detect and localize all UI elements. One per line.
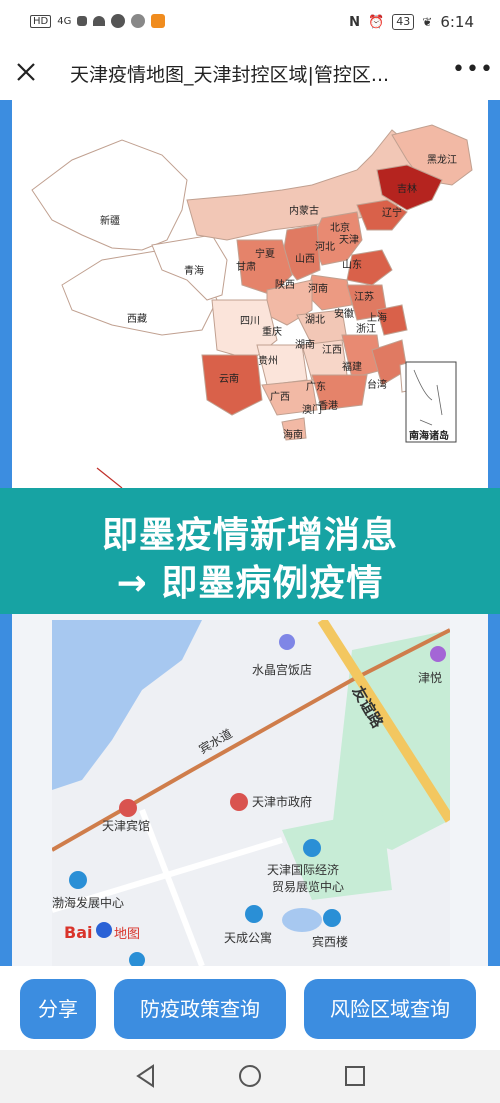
label-bohai: 渤海发展中心 <box>52 895 124 910</box>
label-jilin: 吉林 <box>397 182 417 195</box>
street-map-graphic: 水晶宫饭店 津悦 宾水道 友谊路 天津宾馆 天津市政府 天津国际经济 贸易展览中… <box>52 620 450 966</box>
label-jiangxi: 江西 <box>322 344 342 356</box>
bohai-icon[interactable] <box>69 871 87 889</box>
label-yunnan: 云南 <box>219 372 239 385</box>
label-qinghai: 青海 <box>184 264 204 277</box>
label-shandong: 山东 <box>342 258 362 271</box>
label-hongkong: 香港 <box>318 400 338 412</box>
nav-bar: 天津疫情地图_天津封控区域|管控区... ••• <box>0 46 500 100</box>
clock-time: 6:14 <box>440 13 474 31</box>
baidu-logo-text: Bai <box>64 923 92 942</box>
hotel-crystal-icon[interactable] <box>279 634 295 650</box>
leaf-icon: ❦ <box>422 15 433 29</box>
label-hubei: 湖北 <box>305 314 325 326</box>
street-map[interactable]: 水晶宫饭店 津悦 宾水道 友谊路 天津宾馆 天津市政府 天津国际经济 贸易展览中… <box>52 620 450 966</box>
baidu-paw-icon <box>96 922 112 938</box>
expo-icon[interactable] <box>303 839 321 857</box>
label-tianjin: 天津 <box>339 234 359 246</box>
south-china-sea-inset <box>405 361 457 443</box>
china-map-graphic: 黑龙江 吉林 辽宁 内蒙古 北京 天津 河北 新疆 宁夏 甘肃 山西 山东 青海… <box>31 124 473 488</box>
banner-line-2: → 即墨病例疫情 <box>116 563 384 604</box>
banner-line-1: 即墨疫情新增消息 <box>101 515 398 556</box>
label-south-china-sea: 南海诸岛 <box>409 429 449 442</box>
label-shanxi: 山西 <box>295 253 315 265</box>
label-hunan: 湖南 <box>295 338 315 351</box>
label-sichuan: 四川 <box>240 316 260 327</box>
close-icon <box>17 63 35 81</box>
hd-badge: HD <box>30 14 52 28</box>
region-yunnan <box>201 354 263 416</box>
label-beijing: 北京 <box>330 221 350 234</box>
label-crystal-hotel: 水晶宫饭店 <box>252 662 312 677</box>
label-binxi: 宾西楼 <box>312 934 348 949</box>
network-label: 4G <box>57 15 72 27</box>
china-epidemic-map: 黑龙江 吉林 辽宁 内蒙古 北京 天津 河北 新疆 宁夏 甘肃 山西 山东 青海… <box>12 100 488 488</box>
label-ningxia: 宁夏 <box>255 247 275 260</box>
more-options-button[interactable]: ••• <box>452 58 493 88</box>
gov-icon[interactable] <box>230 793 248 811</box>
system-nav-bar <box>0 1050 500 1103</box>
label-jiangsu: 江苏 <box>354 290 374 303</box>
label-guangdong: 广东 <box>306 380 326 393</box>
label-guangxi: 广西 <box>270 391 290 403</box>
play-app-icon <box>151 14 166 28</box>
label-hainan: 海南 <box>283 428 303 441</box>
status-right: N ⏰ 43 ❦ 6:14 <box>349 13 474 31</box>
headline-banner: 即墨疫情新增消息 → 即墨病例疫情 <box>0 488 500 614</box>
label-zhejiang: 浙江 <box>356 323 376 335</box>
bottom-action-bar: 分享 防疫政策查询 风险区域查询 <box>0 966 500 1050</box>
battery-icon: 43 <box>392 14 415 30</box>
signal-icon <box>77 16 88 26</box>
label-anhui: 安徽 <box>334 307 354 320</box>
label-henan: 河南 <box>308 282 328 295</box>
tiancheng-icon[interactable] <box>245 905 263 923</box>
label-shanghai: 上海 <box>367 311 387 324</box>
alarm-icon: ⏰ <box>368 14 385 30</box>
label-inner-mongolia: 内蒙古 <box>289 204 319 217</box>
label-tibet: 西藏 <box>127 313 147 325</box>
status-left: HD 4G <box>30 14 166 28</box>
recents-icon[interactable] <box>345 1066 365 1086</box>
label-expo-2: 贸易展览中心 <box>272 879 344 894</box>
label-tiancheng: 天成公寓 <box>224 930 272 945</box>
home-icon[interactable] <box>239 1065 261 1087</box>
label-hebei: 河北 <box>315 241 335 253</box>
label-shaanxi: 陕西 <box>275 278 295 291</box>
risk-area-query-button[interactable]: 风险区域查询 <box>304 979 476 1039</box>
label-jinyue: 津悦 <box>418 671 442 685</box>
label-tianjin-hotel: 天津宾馆 <box>102 818 150 833</box>
label-gansu: 甘肃 <box>236 260 256 273</box>
status-bar: HD 4G N ⏰ 43 ❦ 6:14 <box>0 0 500 46</box>
system-nav-graphic <box>136 1064 365 1088</box>
wifi-icon <box>93 16 106 26</box>
music-app-icon <box>111 14 126 28</box>
label-gov: 天津市政府 <box>252 794 312 809</box>
jinyue-icon[interactable] <box>430 646 446 662</box>
pointer-line <box>96 467 123 488</box>
app-window: HD 4G N ⏰ 43 ❦ 6:14 天津疫情地图_天津封控区域|管控区...… <box>0 0 500 1103</box>
share-button[interactable]: 分享 <box>20 979 96 1039</box>
close-button[interactable] <box>10 56 42 88</box>
region-xinjiang <box>31 139 188 251</box>
page-title: 天津疫情地图_天津封控区域|管控区... <box>70 64 390 86</box>
article-content[interactable]: 黑龙江 吉林 辽宁 内蒙古 北京 天津 河北 新疆 宁夏 甘肃 山西 山东 青海… <box>0 100 500 966</box>
label-xinjiang: 新疆 <box>100 214 120 227</box>
label-heilongjiang: 黑龙江 <box>427 153 457 166</box>
tianjin-hotel-icon[interactable] <box>119 799 137 817</box>
label-fujian: 福建 <box>342 360 362 373</box>
label-expo-1: 天津国际经济 <box>267 862 339 877</box>
label-chongqing: 重庆 <box>262 325 282 338</box>
policy-query-button[interactable]: 防疫政策查询 <box>114 979 286 1039</box>
chat-app-icon <box>131 14 146 28</box>
pond <box>282 908 322 932</box>
label-taiwan: 台湾 <box>367 378 387 391</box>
back-icon[interactable] <box>136 1064 154 1088</box>
nfc-icon: N <box>349 14 361 30</box>
label-guizhou: 贵州 <box>258 354 278 367</box>
baidu-map-text: 地图 <box>114 927 140 942</box>
binxi-icon[interactable] <box>323 909 341 927</box>
label-liaoning: 辽宁 <box>382 206 402 219</box>
